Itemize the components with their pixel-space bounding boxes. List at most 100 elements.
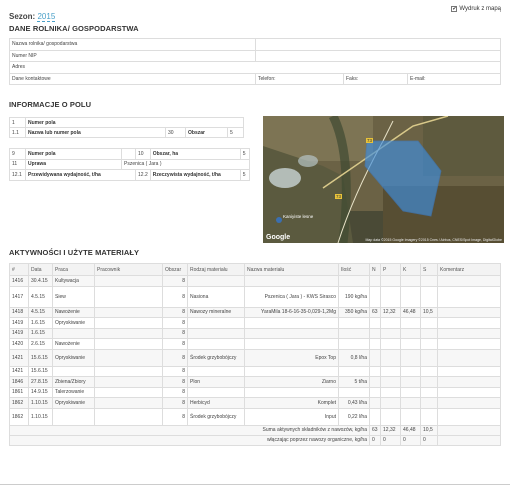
cell-n [369,376,381,388]
sum-mineral-row: Suma aktywnych składników z nawozów, kg/… [9,424,501,436]
print-with-map-toggle[interactable]: ✔ Wydruk z mapą [451,6,501,12]
season-selector[interactable]: 2015 [37,12,56,22]
cell-n [369,397,381,409]
activity-row: 1420 2.6.15 Nawożenie 8 [9,338,501,350]
field-map[interactable]: 73 73 Kaniyiste lesne Google Map data ©2… [263,116,504,243]
activity-row: 1846 27.8.15 Zbiena/Zbiory 8 Plon Ziarno 5 t/h… [9,376,501,388]
cell-worker [94,376,163,388]
street-view-pegman-icon[interactable] [276,217,282,223]
cell-work: Nawożenie [52,338,95,350]
col-material-name: Nazwa materiału [244,263,339,276]
cell-id: 1419 [9,327,29,339]
activity-row: 1419 1.6.15 8 [9,327,501,339]
cell-p [380,397,401,409]
cell-n [369,386,381,398]
cell-work [52,407,95,426]
cell-comment [437,407,501,426]
cell-p [380,376,401,388]
cell-work: Nawożenie [52,306,95,318]
cell-area: 8 [162,338,188,350]
cell-type: Nawozy mineralne [187,306,245,318]
col-k: K [400,263,421,276]
cell-k [400,386,421,398]
cell-work [52,327,95,339]
field-num-30: 30 [165,127,186,138]
cell-worker [94,407,163,426]
cell-name [244,365,339,377]
cell-n [369,275,381,287]
cell-id: 1846 [9,376,29,388]
cell-n: 63 [369,306,381,318]
cell-work: Talerzowanie [52,386,95,398]
cell-k: 46,48 [400,306,421,318]
activity-row: 1419 1.6.15 Opryskiwanie 8 [9,317,501,329]
field-number-label: Numer pola [25,148,122,160]
sum-organic-p: 0 [380,434,401,446]
print-label: Wydruk z mapą [459,6,501,12]
cell-work: Opryskiwanie [52,397,95,409]
cell-worker [94,338,163,350]
activities-section-title: AKTYWNOŚCI I UŻYTE MATERIAŁY [9,248,140,257]
cell-name: YaraMila 18-6-16-35-0,029-1,2Mg [244,306,339,318]
sum-mineral-comment [437,424,501,436]
cell-area: 8 [162,365,188,377]
cell-s [420,338,438,350]
cell-date: 27.8.15 [28,376,53,388]
sum-mineral-p: 12,32 [380,424,401,436]
cell-date: 1.10.15 [28,407,53,426]
cell-qty: 5 t/ha [338,376,370,388]
sum-organic-n: 0 [369,434,381,446]
cell-worker [94,365,163,377]
sum-mineral-k: 46,48 [400,424,421,436]
cell-s: 10,5 [420,306,438,318]
cell-p [380,348,401,367]
cell-qty [338,386,370,398]
field-num-12-2: 12.2 [135,169,151,181]
cell-date: 1.10.15 [28,397,53,409]
cell-id: 1416 [9,275,29,287]
cell-n [369,407,381,426]
cell-type [187,365,245,377]
cell-p [380,407,401,426]
map-place-label: Kaniyiste lesne [283,214,314,219]
field-num-9: 9 [9,148,26,160]
email-label: E-mail: [407,72,501,85]
map-attribution: Map data ©2015 Google Imagery ©2015 Cnes… [365,238,502,242]
cell-comment [437,317,501,329]
cell-type [187,275,245,287]
col-material-type: Rodzaj materiału [187,263,245,276]
cell-name: Input [244,407,339,426]
cell-s [420,285,438,308]
col-id: # [9,263,29,276]
area-label: Obszar [185,127,228,138]
cell-s [420,327,438,339]
cell-type [187,317,245,329]
cell-id: 1861 [9,386,29,398]
col-quantity: Ilość [338,263,370,276]
cell-id: 1862 [9,397,29,409]
actual-yield-label: Rzeczywista wydajność, t/ha [149,169,241,181]
crop-value: Pszenica ( Jara ) [121,158,250,170]
field-table-bottom: 9 Numer pola 10 Obszar, ha 5 11 Uprawa P… [9,148,251,181]
print-checkbox[interactable]: ✔ [451,6,458,12]
cell-work: Zbiena/Zbiory [52,376,95,388]
cell-worker [94,386,163,398]
cell-name: Epox Top [244,348,339,367]
cell-s [420,386,438,398]
sum-organic-s: 0 [420,434,438,446]
cell-qty [338,365,370,377]
cell-work: Kultywacja [52,275,95,287]
cell-type [187,386,245,398]
cell-worker [94,306,163,318]
cell-comment [437,275,501,287]
cell-work [52,365,95,377]
sum-organic-k: 0 [400,434,421,446]
cell-p [380,338,401,350]
cell-type: Nasiona [187,285,245,308]
cell-work: Siew [52,285,95,308]
sum-organic-row: włączając poprzez nawozy organiczne, kg/… [9,434,501,446]
cell-type [187,327,245,339]
nip-label: Numer NIP [9,49,256,62]
field-name-label: Nazwa lub numer pola [25,127,166,138]
cell-work: Opryskiwanie [52,317,95,329]
